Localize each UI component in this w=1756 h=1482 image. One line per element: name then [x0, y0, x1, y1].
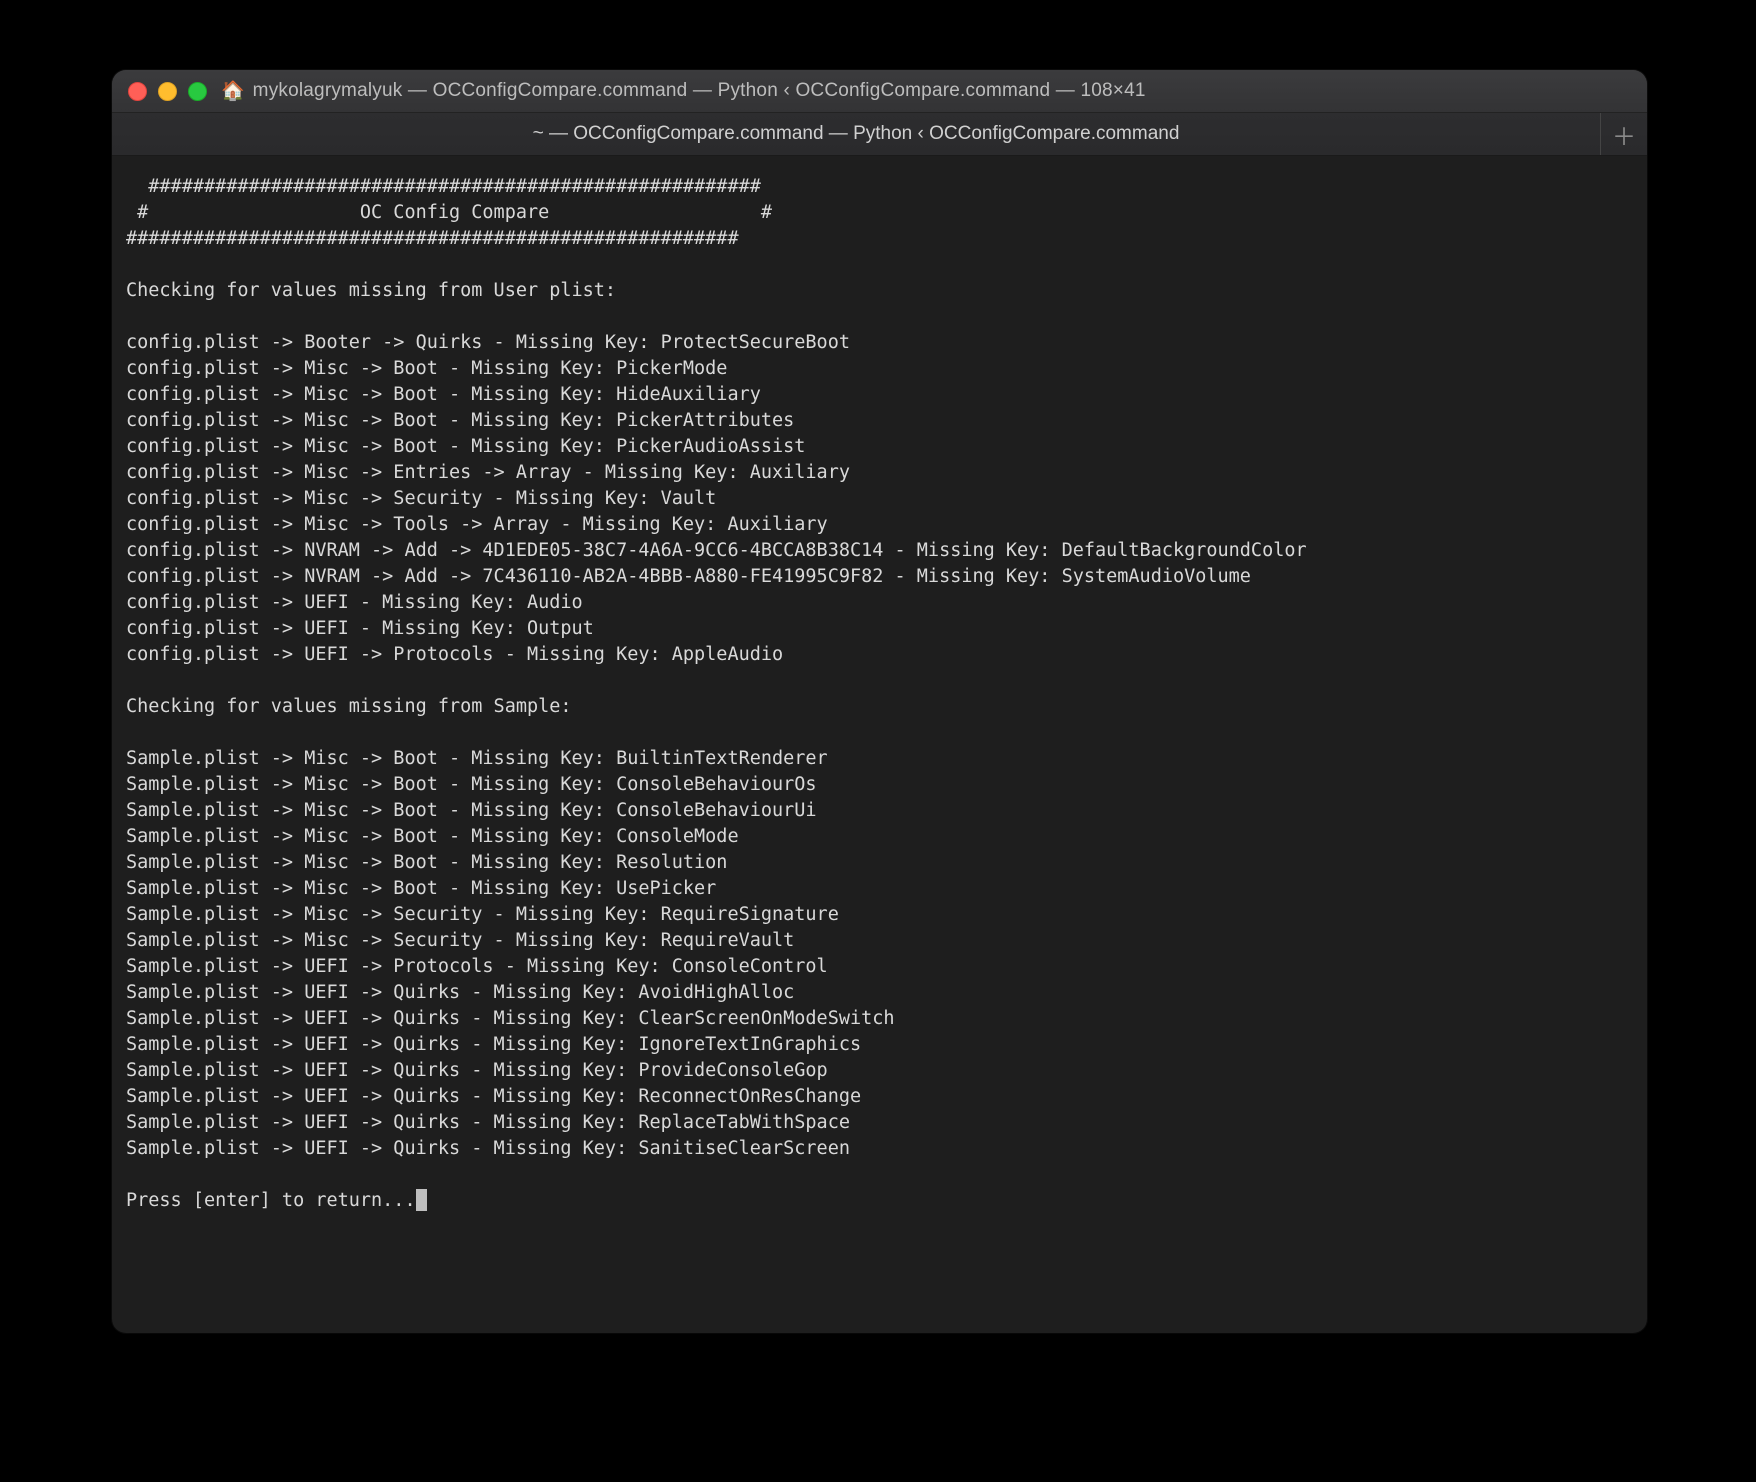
output-line: config.plist -> UEFI - Missing Key: Outp…	[126, 618, 594, 639]
zoom-button[interactable]	[188, 82, 207, 101]
tab-title: ~ — OCConfigCompare.command — Python ‹ O…	[533, 123, 1180, 145]
output-line: config.plist -> NVRAM -> Add -> 4D1EDE05…	[126, 540, 1307, 561]
banner-line: ########################################…	[126, 176, 761, 197]
home-folder-icon: 🏠	[221, 82, 245, 101]
terminal-window: 🏠 mykolagrymalyuk — OCConfigCompare.comm…	[112, 70, 1647, 1333]
output-line: Sample.plist -> UEFI -> Quirks - Missing…	[126, 1112, 850, 1133]
output-line: Sample.plist -> Misc -> Security - Missi…	[126, 930, 794, 951]
output-line: config.plist -> NVRAM -> Add -> 7C436110…	[126, 566, 1251, 587]
output-line: Sample.plist -> UEFI -> Protocols - Miss…	[126, 956, 828, 977]
banner-line: # OC Config Compare #	[126, 202, 772, 223]
output-line: config.plist -> Misc -> Boot - Missing K…	[126, 410, 794, 431]
output-line: Sample.plist -> Misc -> Boot - Missing K…	[126, 878, 716, 899]
output-line: Sample.plist -> Misc -> Boot - Missing K…	[126, 800, 817, 821]
output-line: Sample.plist -> UEFI -> Quirks - Missing…	[126, 1060, 828, 1081]
output-line: config.plist -> Misc -> Boot - Missing K…	[126, 358, 727, 379]
output-line: Sample.plist -> Misc -> Boot - Missing K…	[126, 748, 828, 769]
plus-icon: ＋	[1612, 117, 1636, 152]
output-line: Sample.plist -> UEFI -> Quirks - Missing…	[126, 1034, 861, 1055]
output-line: Sample.plist -> UEFI -> Quirks - Missing…	[126, 1008, 895, 1029]
output-line: config.plist -> Booter -> Quirks - Missi…	[126, 332, 850, 353]
new-tab-button[interactable]: ＋	[1600, 113, 1647, 155]
titlebar: 🏠 mykolagrymalyuk — OCConfigCompare.comm…	[112, 70, 1647, 113]
tabbar: ~ — OCConfigCompare.command — Python ‹ O…	[112, 113, 1647, 156]
output-line: Sample.plist -> UEFI -> Quirks - Missing…	[126, 1138, 850, 1159]
prompt-text: Press [enter] to return...	[126, 1190, 416, 1211]
output-line: config.plist -> Misc -> Boot - Missing K…	[126, 384, 761, 405]
output-line: Sample.plist -> Misc -> Boot - Missing K…	[126, 852, 727, 873]
output-line: Sample.plist -> Misc -> Security - Missi…	[126, 904, 839, 925]
banner-line: ########################################…	[126, 228, 739, 249]
output-line: config.plist -> Misc -> Entries -> Array…	[126, 462, 850, 483]
output-line: Sample.plist -> Misc -> Boot - Missing K…	[126, 774, 817, 795]
output-line: Sample.plist -> UEFI -> Quirks - Missing…	[126, 982, 794, 1003]
minimize-button[interactable]	[158, 82, 177, 101]
cursor	[416, 1189, 427, 1211]
output-line: Sample.plist -> Misc -> Boot - Missing K…	[126, 826, 739, 847]
output-line: Sample.plist -> UEFI -> Quirks - Missing…	[126, 1086, 861, 1107]
output-line: config.plist -> Misc -> Boot - Missing K…	[126, 436, 805, 457]
traffic-lights	[128, 82, 207, 101]
output-line: config.plist -> UEFI - Missing Key: Audi…	[126, 592, 583, 613]
terminal-output[interactable]: ########################################…	[112, 156, 1647, 1228]
tab-active[interactable]: ~ — OCConfigCompare.command — Python ‹ O…	[112, 113, 1600, 155]
section-heading-sample: Checking for values missing from Sample:	[126, 696, 572, 717]
section-heading-user: Checking for values missing from User pl…	[126, 280, 616, 301]
output-line: config.plist -> UEFI -> Protocols - Miss…	[126, 644, 783, 665]
close-button[interactable]	[128, 82, 147, 101]
window-title: mykolagrymalyuk — OCConfigCompare.comman…	[253, 80, 1631, 102]
output-line: config.plist -> Misc -> Security - Missi…	[126, 488, 716, 509]
output-line: config.plist -> Misc -> Tools -> Array -…	[126, 514, 828, 535]
